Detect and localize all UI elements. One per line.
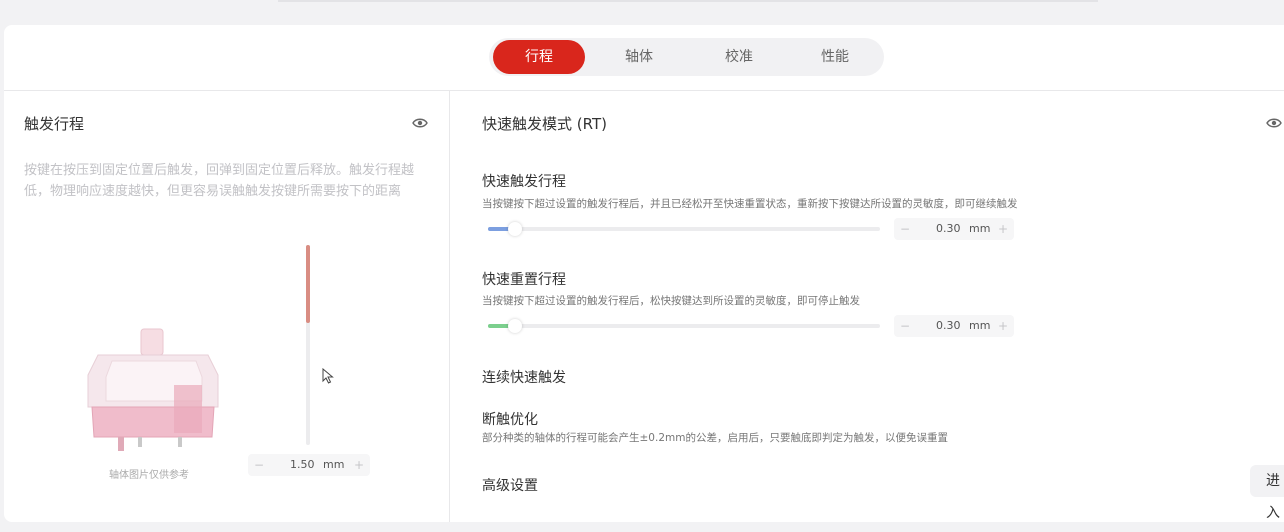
trigger-travel-value[interactable]: 1.50 [290,454,315,476]
tab-travel[interactable]: 行程 [493,40,585,74]
enter-advanced-button[interactable]: 进入 [1250,465,1284,521]
settings-card: 行程 轴体 校准 性能 触发行程 按键在按压到固定位置后触发，回弹到固定位置后释… [4,25,1284,522]
trigger-travel-description: 按键在按压到固定位置后触发，回弹到固定位置后释放。触发行程越低，物理响应速度越快… [24,163,415,199]
switch-image [87,328,219,451]
rt-travel-slider-track[interactable] [488,227,880,231]
rt-mode-title: 快速触发模式 (RT) [482,115,607,133]
rt-travel-value[interactable]: 0.30 [936,218,961,240]
increment-button[interactable]: + [994,315,1012,337]
rt-travel-unit: mm [969,222,991,235]
continuous-rt-title: 连续快速触发 [482,370,566,386]
rt-travel-slider-handle[interactable] [508,222,522,236]
eye-icon[interactable] [412,117,428,129]
rt-reset-unit: mm [969,319,991,332]
trigger-travel-title: 触发行程 [24,115,85,133]
tab-bar: 行程 轴体 校准 性能 [489,38,884,76]
decrement-button[interactable]: − [896,315,914,337]
advanced-settings-title: 高级设置 [482,478,538,494]
rt-travel-title: 快速触发行程 [482,174,566,190]
tab-switch[interactable]: 轴体 [593,38,685,76]
header-divider [4,90,1284,91]
rt-reset-slider-handle[interactable] [508,319,522,333]
trigger-travel-stepper: − 1.50 mm + [248,454,370,476]
break-optimization-title: 断触优化 [482,412,538,428]
panel-divider [449,91,450,522]
rt-reset-value[interactable]: 0.30 [936,315,961,337]
increment-button[interactable]: + [994,218,1012,240]
rt-reset-slider-track[interactable] [488,324,880,328]
rt-travel-stepper: − 0.30 mm + [894,218,1014,240]
decrement-button[interactable]: − [250,454,268,476]
switch-image-caption: 轴体图片仅供参考 [109,470,189,481]
eye-icon[interactable] [1266,117,1282,129]
tab-performance[interactable]: 性能 [789,38,881,76]
decrement-button[interactable]: − [896,218,914,240]
break-optimization-description: 部分种类的轴体的行程可能会产生±0.2mm的公差，启用后，只要触底即判定为触发，… [482,432,948,444]
rt-travel-description: 当按键按下超过设置的触发行程后，并且已经松开至快速重置状态，重新按下按键达所设置… [482,198,1018,210]
trigger-travel-slider-fill [306,245,310,323]
rt-reset-stepper: − 0.30 mm + [894,315,1014,337]
rt-reset-description: 当按键按下超过设置的触发行程后，松快按键达到所设置的灵敏度，即可停止触发 [482,295,860,307]
rt-reset-title: 快速重置行程 [482,272,566,288]
tab-calibration[interactable]: 校准 [693,38,785,76]
trigger-travel-unit: mm [323,458,345,471]
mouse-cursor-icon [322,368,334,384]
top-strip [278,0,1098,2]
increment-button[interactable]: + [350,454,368,476]
